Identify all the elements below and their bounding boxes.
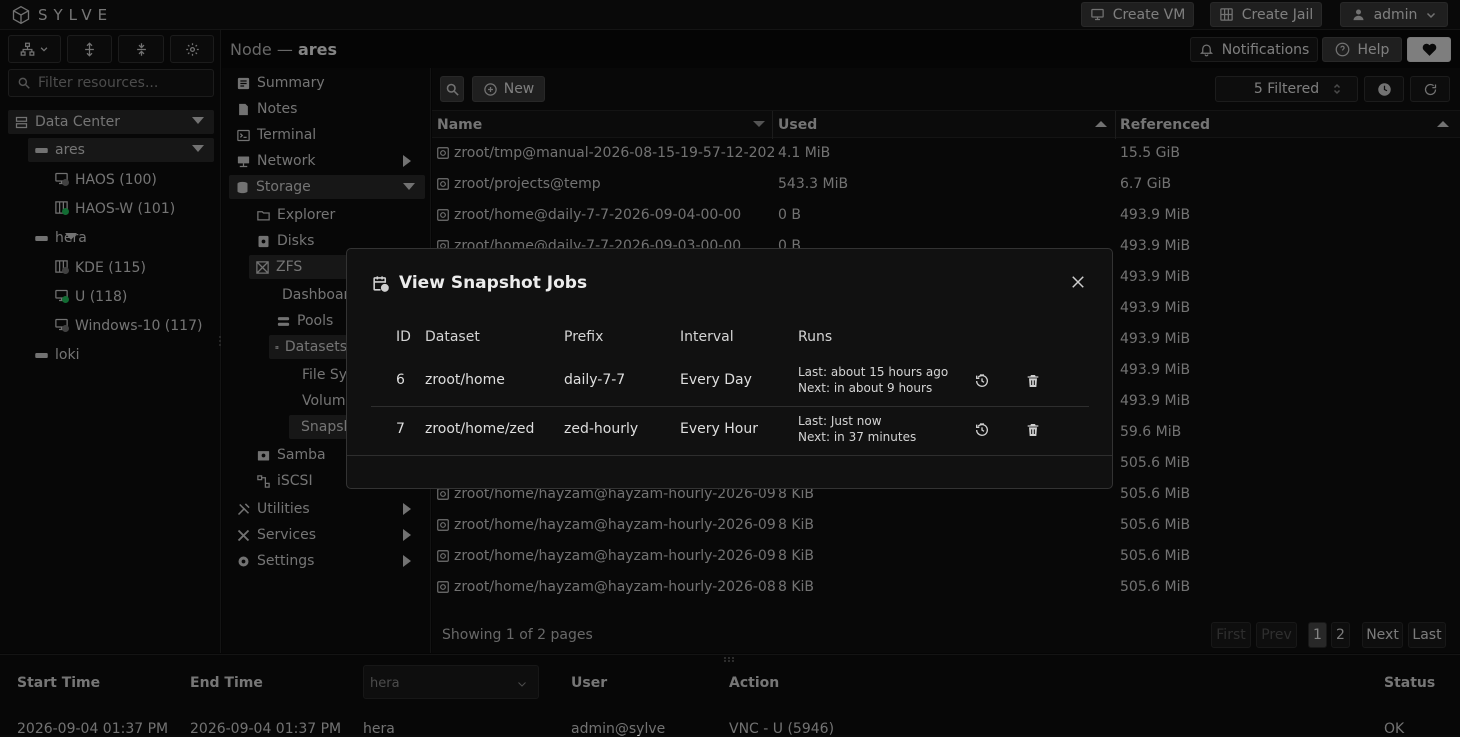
run-history-icon[interactable] <box>974 422 990 438</box>
dialog-title-text: View Snapshot Jobs <box>399 273 588 293</box>
col-interval: Interval <box>680 329 734 345</box>
col-runs: Runs <box>798 329 833 345</box>
trash-icon[interactable] <box>1025 373 1041 389</box>
job-runs: Last: Just now Next: in 37 minutes <box>798 413 916 445</box>
col-dataset: Dataset <box>425 329 480 345</box>
job-next-run: Next: in about 9 hours <box>798 381 933 395</box>
job-last-run: Last: about 15 hours ago <box>798 365 949 379</box>
job-id: 7 <box>396 421 405 437</box>
job-interval: Every Hour <box>680 421 758 437</box>
job-prefix: daily-7-7 <box>564 372 626 388</box>
snapshot-job-row: 7 zroot/home/zed zed-hourly Every Hour Last:… <box>371 406 1089 454</box>
snapshot-job-row: 6 zroot/home daily-7-7 Every Day Last: about… <box>371 357 1089 405</box>
close-icon[interactable] <box>1069 273 1087 291</box>
trash-icon[interactable] <box>1025 422 1041 438</box>
dialog-footer-divider <box>347 455 1112 456</box>
job-dataset: zroot/home/zed <box>425 421 535 437</box>
job-interval: Every Day <box>680 372 752 388</box>
job-next-run: Next: in 37 minutes <box>798 430 917 444</box>
run-history-icon[interactable] <box>974 373 990 389</box>
snapshot-jobs-dialog: View Snapshot Jobs ID Dataset Prefix Int… <box>346 248 1113 489</box>
job-last-run: Last: Just now <box>798 414 882 428</box>
job-prefix: zed-hourly <box>564 421 639 437</box>
job-id: 6 <box>396 372 405 388</box>
job-runs: Last: about 15 hours ago Next: in about 9… <box>798 364 948 396</box>
col-prefix: Prefix <box>564 329 604 345</box>
calendar-clock-icon <box>371 274 390 293</box>
job-dataset: zroot/home <box>425 372 505 388</box>
col-id: ID <box>396 329 411 345</box>
dialog-title: View Snapshot Jobs <box>371 273 587 293</box>
